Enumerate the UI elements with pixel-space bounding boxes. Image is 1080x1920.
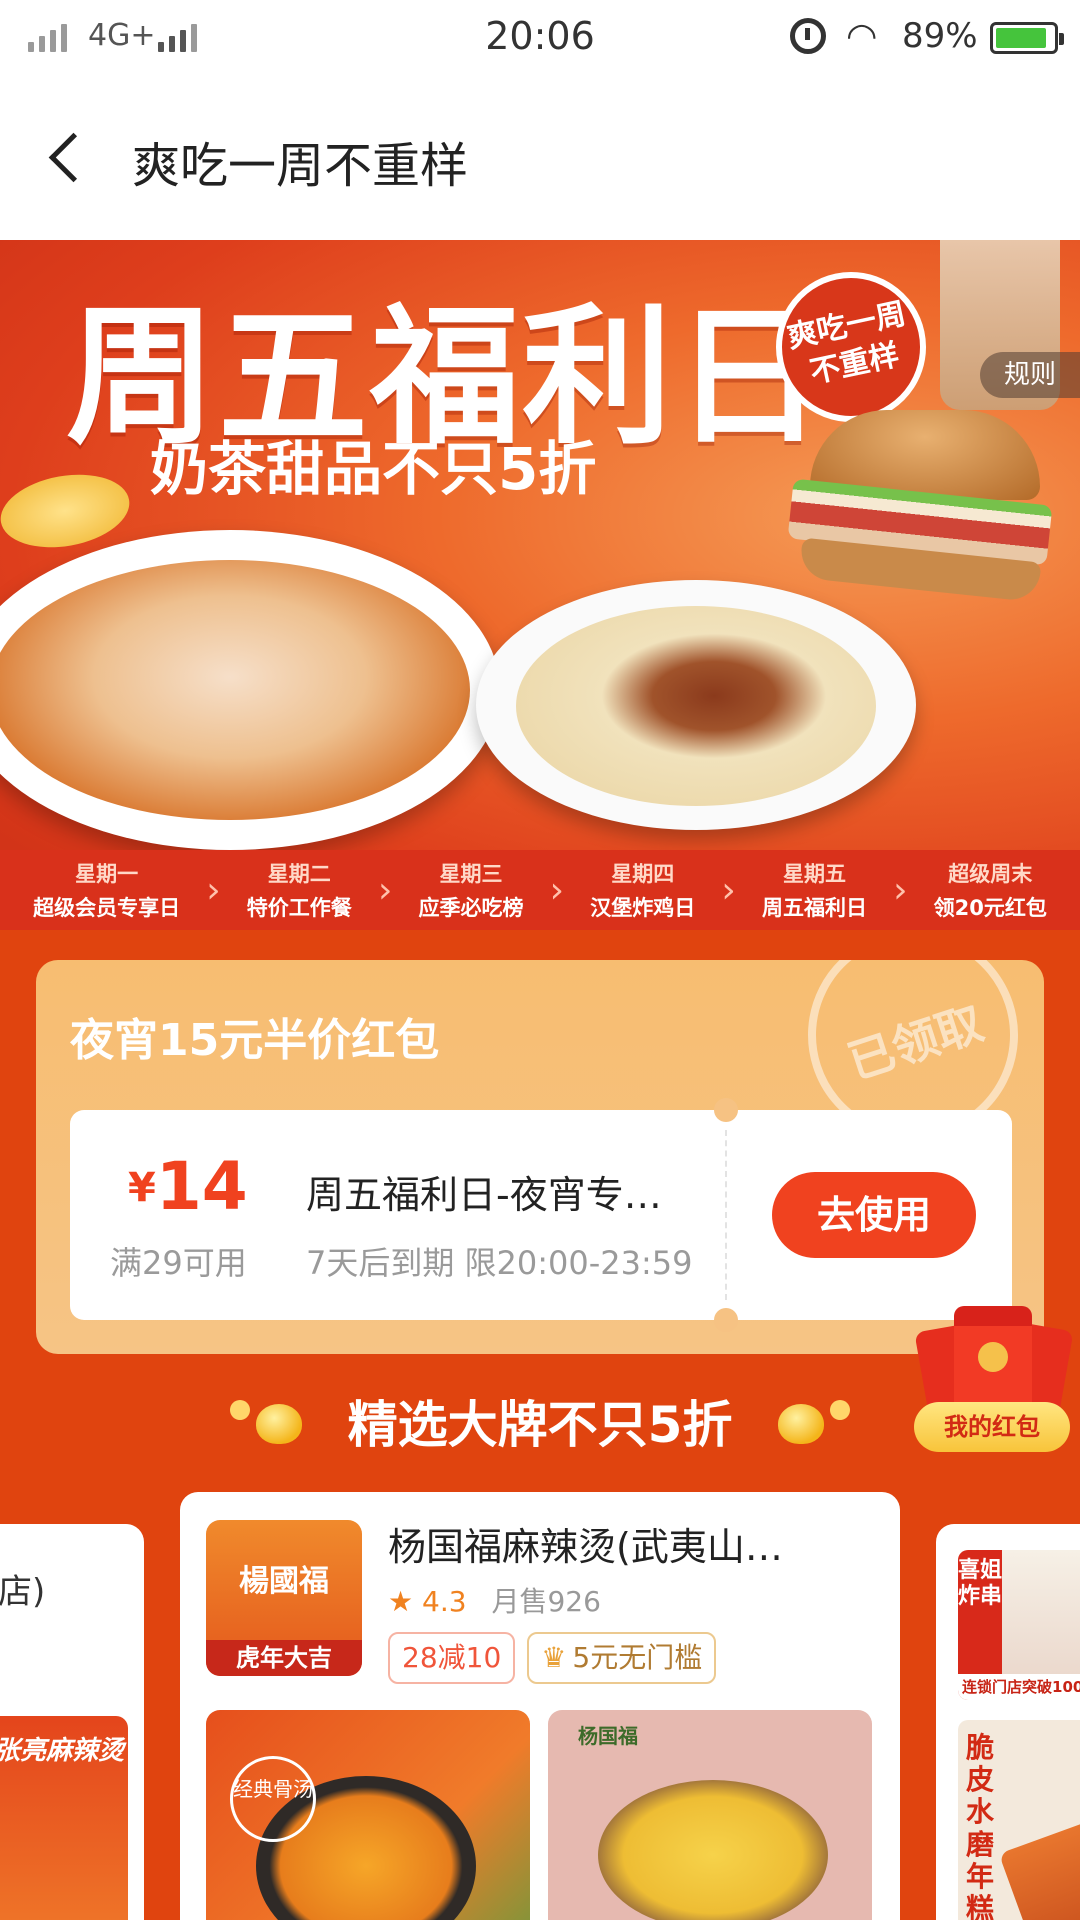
chevron-right-icon: ›	[377, 869, 393, 911]
gold-ingot-icon	[778, 1404, 824, 1444]
dish-image: 脆皮水磨年糕	[958, 1720, 1080, 1920]
dot-decoration	[830, 1400, 850, 1420]
section-title: 精选大牌不只5折	[347, 1396, 733, 1454]
day-item[interactable]: 星期四 汉堡炸鸡日	[590, 858, 695, 922]
day-item[interactable]: 星期一 超级会员专享日	[33, 858, 180, 922]
day-name: 星期五	[782, 862, 846, 886]
discount-tag: 28减10	[388, 1632, 516, 1684]
battery-percent: 89%	[902, 16, 978, 56]
store-card[interactable]: 喜姐炸串 连锁门店突破1000 脆皮水磨年糕	[936, 1524, 1080, 1920]
day-item[interactable]: 星期三 应季必吃榜	[419, 858, 524, 922]
battery-icon	[990, 22, 1064, 54]
chevron-right-icon: ›	[721, 869, 736, 911]
day-name: 超级周末	[948, 862, 1033, 886]
banner-subheadline: 奶茶甜品不只5折	[150, 435, 597, 503]
promo-tags: 28减10 ♛ 5元无门槛	[388, 1632, 717, 1684]
chevron-right-icon: ›	[549, 869, 565, 911]
store-logo-foot: 连锁门店突破1000	[958, 1674, 1080, 1700]
coupon-expiry: 7天后到期 限20:00-23:59	[306, 1244, 693, 1282]
star-icon: ★	[388, 1585, 414, 1618]
status-bar: 4G+ 20:06 ◠ 89%	[0, 0, 1080, 78]
coupon-condition: 满29可用	[110, 1244, 247, 1282]
gold-ingot-icon	[256, 1404, 302, 1444]
day-item[interactable]: 星期二 特价工作餐	[247, 858, 352, 922]
coupon-value: 14	[155, 1148, 248, 1225]
day-name: 星期一	[75, 862, 139, 886]
back-arrow-icon[interactable]	[44, 128, 104, 188]
burger-image	[780, 410, 1053, 610]
day-item[interactable]: 星期五 周五福利日	[762, 858, 867, 922]
store-meta: ★ 4.3 月售926	[388, 1580, 601, 1620]
noodle-image	[476, 580, 916, 830]
monthly-sales: 月售926	[491, 1585, 601, 1618]
promo-banner[interactable]: 周五福利日 奶茶甜品不只5折 爽吃一周 不重样 规则 星期一 超级会员专享日 ›…	[0, 240, 1080, 930]
dish-text: 脆皮水磨年糕	[966, 1731, 995, 1920]
coupon-amount: ¥14	[128, 1148, 248, 1225]
alarm-icon	[790, 18, 826, 54]
section-heading: 精选大牌不只5折	[0, 1390, 1080, 1460]
day-theme: 周五福利日	[761, 896, 867, 920]
day-theme: 汉堡炸鸡日	[590, 896, 696, 920]
coupon-tag: ♛ 5元无门槛	[527, 1632, 717, 1684]
coin-decoration	[0, 465, 136, 557]
coupon-tag-label: 5元无门槛	[572, 1641, 703, 1674]
store-rating: 4.3	[422, 1585, 467, 1618]
fish-soup-image	[0, 530, 500, 850]
wifi-icon: ◠	[846, 16, 878, 57]
store-name: 店)	[0, 1572, 46, 1612]
chevron-right-icon: ›	[206, 869, 221, 911]
dot-decoration	[230, 1400, 250, 1420]
day-name: 星期三	[439, 862, 503, 886]
use-coupon-button[interactable]: 去使用	[772, 1172, 976, 1258]
dish-image[interactable]: 杨国福	[548, 1710, 872, 1920]
store-logo-text: 楊國福	[239, 1564, 329, 1599]
store-name: 杨国福麻辣烫(武夷山…	[388, 1525, 783, 1569]
dish-brand: 杨国福	[578, 1724, 638, 1748]
nav-bar: 爽吃一周不重样	[0, 78, 1080, 240]
store-image-text: 张亮麻辣烫	[0, 1736, 125, 1766]
page-title: 爽吃一周不重样	[132, 138, 469, 194]
day-theme: 超级会员专享日	[33, 896, 181, 920]
crown-icon: ♛	[541, 1641, 567, 1674]
coupon-name: 周五福利日-夜宵专…	[306, 1173, 662, 1217]
store-image: 张亮麻辣烫	[0, 1716, 128, 1920]
day-theme: 领20元红包	[933, 896, 1047, 920]
dish-badge: 经典骨汤	[230, 1756, 316, 1842]
rules-button[interactable]: 规则	[980, 352, 1080, 398]
store-logo: 楊國福 虎年大吉	[206, 1520, 362, 1676]
coupon-panel-title: 夜宵15元半价红包	[70, 1015, 440, 1066]
currency-symbol: ¥	[128, 1165, 156, 1211]
store-card[interactable]: 店) 张亮麻辣烫	[0, 1524, 144, 1920]
day-name: 星期二	[267, 862, 331, 886]
weekday-strip: 星期一 超级会员专享日 › 星期二 特价工作餐 › 星期三 应季必吃榜 › 星期…	[0, 850, 1080, 930]
store-logo: 喜姐炸串 连锁门店突破1000	[958, 1550, 1080, 1700]
coupon-panel: 夜宵15元半价红包 已领取 ¥14 满29可用 周五福利日-夜宵专… 7天后到期…	[36, 960, 1044, 1354]
day-theme: 特价工作餐	[246, 896, 352, 920]
store-logo-band: 虎年大吉	[206, 1640, 362, 1676]
dish-image[interactable]: 经典骨汤	[206, 1710, 530, 1920]
day-theme: 应季必吃榜	[418, 896, 524, 920]
chevron-right-icon: ›	[893, 869, 908, 911]
coupon-ticket[interactable]: ¥14 满29可用 周五福利日-夜宵专… 7天后到期 限20:00-23:59 …	[70, 1098, 1012, 1332]
day-item[interactable]: 超级周末 领20元红包	[934, 858, 1047, 922]
day-name: 星期四	[611, 862, 675, 886]
store-card[interactable]: 楊國福 虎年大吉 杨国福麻辣烫(武夷山… ★ 4.3 月售926 28减10 ♛…	[180, 1492, 900, 1920]
